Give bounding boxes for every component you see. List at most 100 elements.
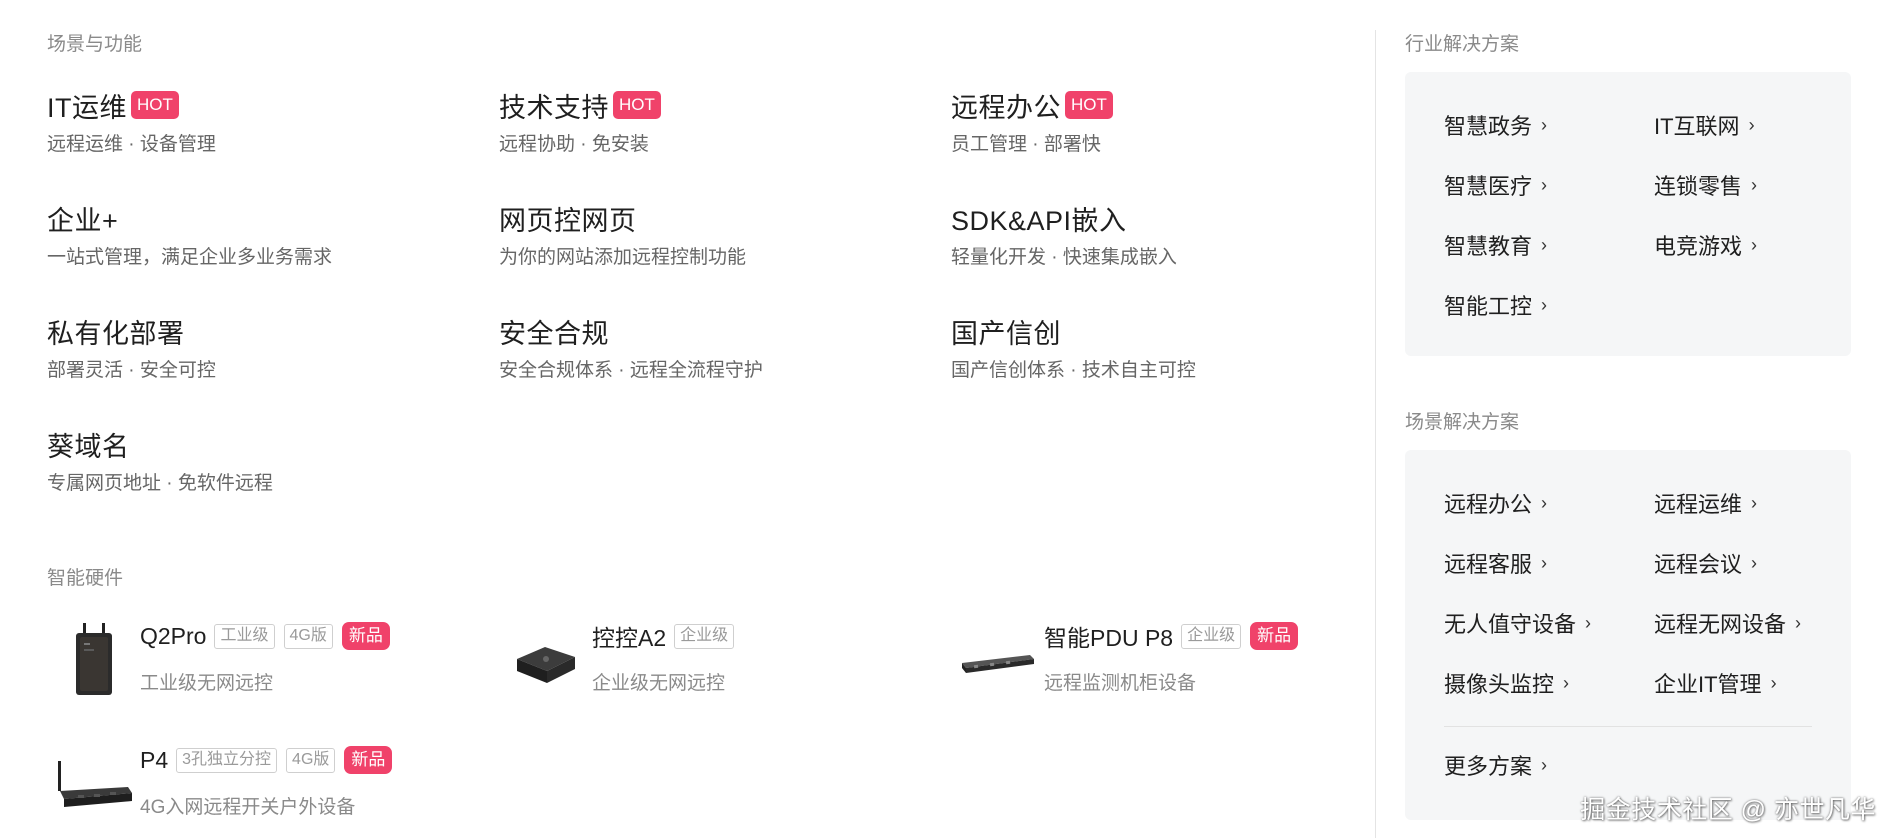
hardware-tag: 3孔独立分控 bbox=[176, 747, 278, 773]
scenario-enterprise-it[interactable]: 企业IT管理 › bbox=[1654, 668, 1834, 698]
chevron-right-icon: › bbox=[1563, 672, 1570, 693]
scenario-heading: 场景解决方案 bbox=[1405, 412, 1520, 433]
hot-badge: HOT bbox=[613, 91, 661, 119]
feature-remote-office[interactable]: 远程办公 HOT 员工管理 · 部署快 bbox=[951, 88, 1367, 201]
feature-desc: 安全合规体系 · 远程全流程守护 bbox=[499, 360, 763, 381]
hot-badge: HOT bbox=[131, 91, 179, 119]
feature-title: 技术支持 bbox=[499, 92, 609, 123]
chevron-right-icon: › bbox=[1541, 234, 1548, 255]
rack-pdu-image bbox=[951, 615, 1044, 710]
industry-esports-gaming[interactable]: 电竞游戏 › bbox=[1654, 230, 1834, 260]
scenario-camera-monitoring[interactable]: 摄像头监控 › bbox=[1444, 668, 1654, 698]
sol-label: 企业IT管理 bbox=[1654, 672, 1762, 697]
chevron-right-icon: › bbox=[1770, 672, 1777, 693]
scenario-remote-support[interactable]: 远程客服 › bbox=[1444, 548, 1654, 578]
feature-web-control[interactable]: 网页控网页 为你的网站添加远程控制功能 bbox=[499, 201, 951, 314]
solutions-divider bbox=[1444, 726, 1812, 727]
scenario-offline-device[interactable]: 远程无网设备 › bbox=[1654, 608, 1834, 638]
sol-label: IT互联网 bbox=[1654, 114, 1740, 139]
hardware-tag: 4G版 bbox=[286, 747, 336, 773]
sol-label: 智慧教育 bbox=[1444, 234, 1533, 259]
chevron-right-icon: › bbox=[1541, 754, 1548, 775]
feature-title: 安全合规 bbox=[499, 318, 609, 349]
hardware-desc: 4G入网远程开关户外设备 bbox=[140, 797, 356, 818]
chevron-right-icon: › bbox=[1541, 174, 1548, 195]
chevron-right-icon: › bbox=[1795, 612, 1802, 633]
hardware-tag: 企业级 bbox=[674, 623, 735, 649]
sol-label: 智能工控 bbox=[1444, 294, 1533, 319]
chevron-right-icon: › bbox=[1541, 552, 1548, 573]
feature-kui-domain[interactable]: 葵域名 专属网页地址 · 免软件远程 bbox=[47, 427, 499, 540]
sol-label: 智慧政务 bbox=[1444, 114, 1533, 139]
new-badge: 新品 bbox=[344, 746, 393, 774]
feature-security-compliance[interactable]: 安全合规 安全合规体系 · 远程全流程守护 bbox=[499, 314, 951, 427]
chevron-right-icon: › bbox=[1541, 114, 1548, 135]
industry-solutions-box: 智慧政务 › IT互联网 › 智慧医疗 › 连锁零售 › 智慧教育 › 电竞游戏 › 智能工… bbox=[1405, 72, 1851, 356]
watermark: 掘金技术社区 @ 亦世凡华 bbox=[1580, 796, 1876, 824]
sol-label: 智慧医疗 bbox=[1444, 174, 1533, 199]
scenario-unattended-device[interactable]: 无人值守设备 › bbox=[1444, 608, 1654, 638]
industry-smart-industrial-control[interactable]: 智能工控 › bbox=[1444, 290, 1654, 320]
chevron-right-icon: › bbox=[1751, 174, 1758, 195]
hardware-p4[interactable]: P4 3孔独立分控 4G版 新品 4G入网远程开关户外设备 bbox=[47, 739, 499, 838]
chevron-right-icon: › bbox=[1541, 492, 1548, 513]
more-solutions-link[interactable]: 更多方案 › bbox=[1444, 750, 1547, 780]
power-strip-image bbox=[47, 739, 140, 834]
feature-tech-support[interactable]: 技术支持 HOT 远程协助 · 免安装 bbox=[499, 88, 951, 201]
kvm-box-image bbox=[499, 615, 592, 710]
hardware-tag: 4G版 bbox=[283, 623, 333, 649]
feature-private-deploy[interactable]: 私有化部署 部署灵活 · 安全可控 bbox=[47, 314, 499, 427]
scenario-remote-meeting[interactable]: 远程会议 › bbox=[1654, 548, 1834, 578]
industry-it-internet[interactable]: IT互联网 › bbox=[1654, 110, 1834, 140]
chevron-right-icon: › bbox=[1751, 234, 1758, 255]
industry-smart-education[interactable]: 智慧教育 › bbox=[1444, 230, 1654, 260]
feature-title: 企业+ bbox=[47, 205, 119, 236]
feature-desc: 部署灵活 · 安全可控 bbox=[47, 360, 216, 381]
hardware-kongkong-a2[interactable]: 控控A2 企业级 企业级无网远控 bbox=[499, 615, 951, 739]
feature-title: IT运维 bbox=[47, 92, 127, 123]
feature-grid: IT运维 HOT 远程运维 · 设备管理 技术支持 HOT 远程协助 · 免安装 远… bbox=[47, 88, 1367, 540]
hardware-name: 智能PDU P8 bbox=[1044, 625, 1174, 651]
sol-label: 摄像头监控 bbox=[1444, 672, 1555, 697]
hot-badge: HOT bbox=[1065, 91, 1113, 119]
hardware-q2pro[interactable]: Q2Pro 工业级 4G版 新品 工业级无网远控 bbox=[47, 615, 499, 739]
feature-desc: 一站式管理，满足企业多业务需求 bbox=[47, 247, 333, 268]
feature-enterprise-plus[interactable]: 企业+ 一站式管理，满足企业多业务需求 bbox=[47, 201, 499, 314]
hardware-name: Q2Pro bbox=[140, 622, 207, 649]
new-badge: 新品 bbox=[341, 622, 390, 650]
feature-sdk-api[interactable]: SDK&API嵌入 轻量化开发 · 快速集成嵌入 bbox=[951, 201, 1367, 314]
feature-title: SDK&API嵌入 bbox=[951, 205, 1127, 236]
sol-label: 无人值守设备 bbox=[1444, 612, 1577, 637]
scenario-remote-office[interactable]: 远程办公 › bbox=[1444, 488, 1654, 518]
feature-desc: 国产信创体系 · 技术自主可控 bbox=[951, 360, 1196, 381]
scenes-and-features-panel: 场景与功能 IT运维 HOT 远程运维 · 设备管理 技术支持 HOT 远程协助 ·… bbox=[0, 0, 1370, 838]
hardware-desc: 工业级无网远控 bbox=[140, 673, 274, 694]
more-label: 更多方案 bbox=[1444, 754, 1533, 779]
scenario-remote-ops[interactable]: 远程运维 › bbox=[1654, 488, 1834, 518]
hardware-pdu-p8[interactable]: 智能PDU P8 企业级 新品 远程监测机柜设备 bbox=[951, 615, 1367, 739]
feature-domestic-innovation[interactable]: 国产信创 国产信创体系 · 技术自主可控 bbox=[951, 314, 1367, 427]
feature-title: 国产信创 bbox=[951, 318, 1061, 349]
industry-heading: 行业解决方案 bbox=[1405, 34, 1520, 55]
feature-it-ops[interactable]: IT运维 HOT 远程运维 · 设备管理 bbox=[47, 88, 499, 201]
sol-label: 远程无网设备 bbox=[1654, 612, 1787, 637]
hardware-grid: Q2Pro 工业级 4G版 新品 工业级无网远控 控控A2 企业级 企业级无网远… bbox=[47, 615, 1367, 838]
sol-label: 连锁零售 bbox=[1654, 174, 1743, 199]
industrial-router-image bbox=[47, 615, 140, 710]
feature-title: 葵域名 bbox=[47, 431, 130, 462]
sol-label: 远程客服 bbox=[1444, 552, 1533, 577]
hardware-desc: 企业级无网远控 bbox=[592, 673, 726, 694]
sol-label: 远程会议 bbox=[1654, 552, 1743, 577]
feature-title: 远程办公 bbox=[951, 92, 1061, 123]
hardware-tag: 工业级 bbox=[214, 623, 275, 649]
solutions-panel: 行业解决方案 智慧政务 › IT互联网 › 智慧医疗 › 连锁零售 › 智慧教育 › 电竞… bbox=[1405, 0, 1855, 838]
hardware-name: P4 bbox=[140, 746, 169, 773]
sol-label: 远程办公 bbox=[1444, 492, 1533, 517]
chevron-right-icon: › bbox=[1748, 114, 1755, 135]
feature-desc: 远程运维 · 设备管理 bbox=[47, 134, 216, 155]
industry-chain-retail[interactable]: 连锁零售 › bbox=[1654, 170, 1834, 200]
feature-desc: 专属网页地址 · 免软件远程 bbox=[47, 473, 273, 494]
industry-smart-government[interactable]: 智慧政务 › bbox=[1444, 110, 1654, 140]
industry-smart-healthcare[interactable]: 智慧医疗 › bbox=[1444, 170, 1654, 200]
chevron-right-icon: › bbox=[1751, 552, 1758, 573]
